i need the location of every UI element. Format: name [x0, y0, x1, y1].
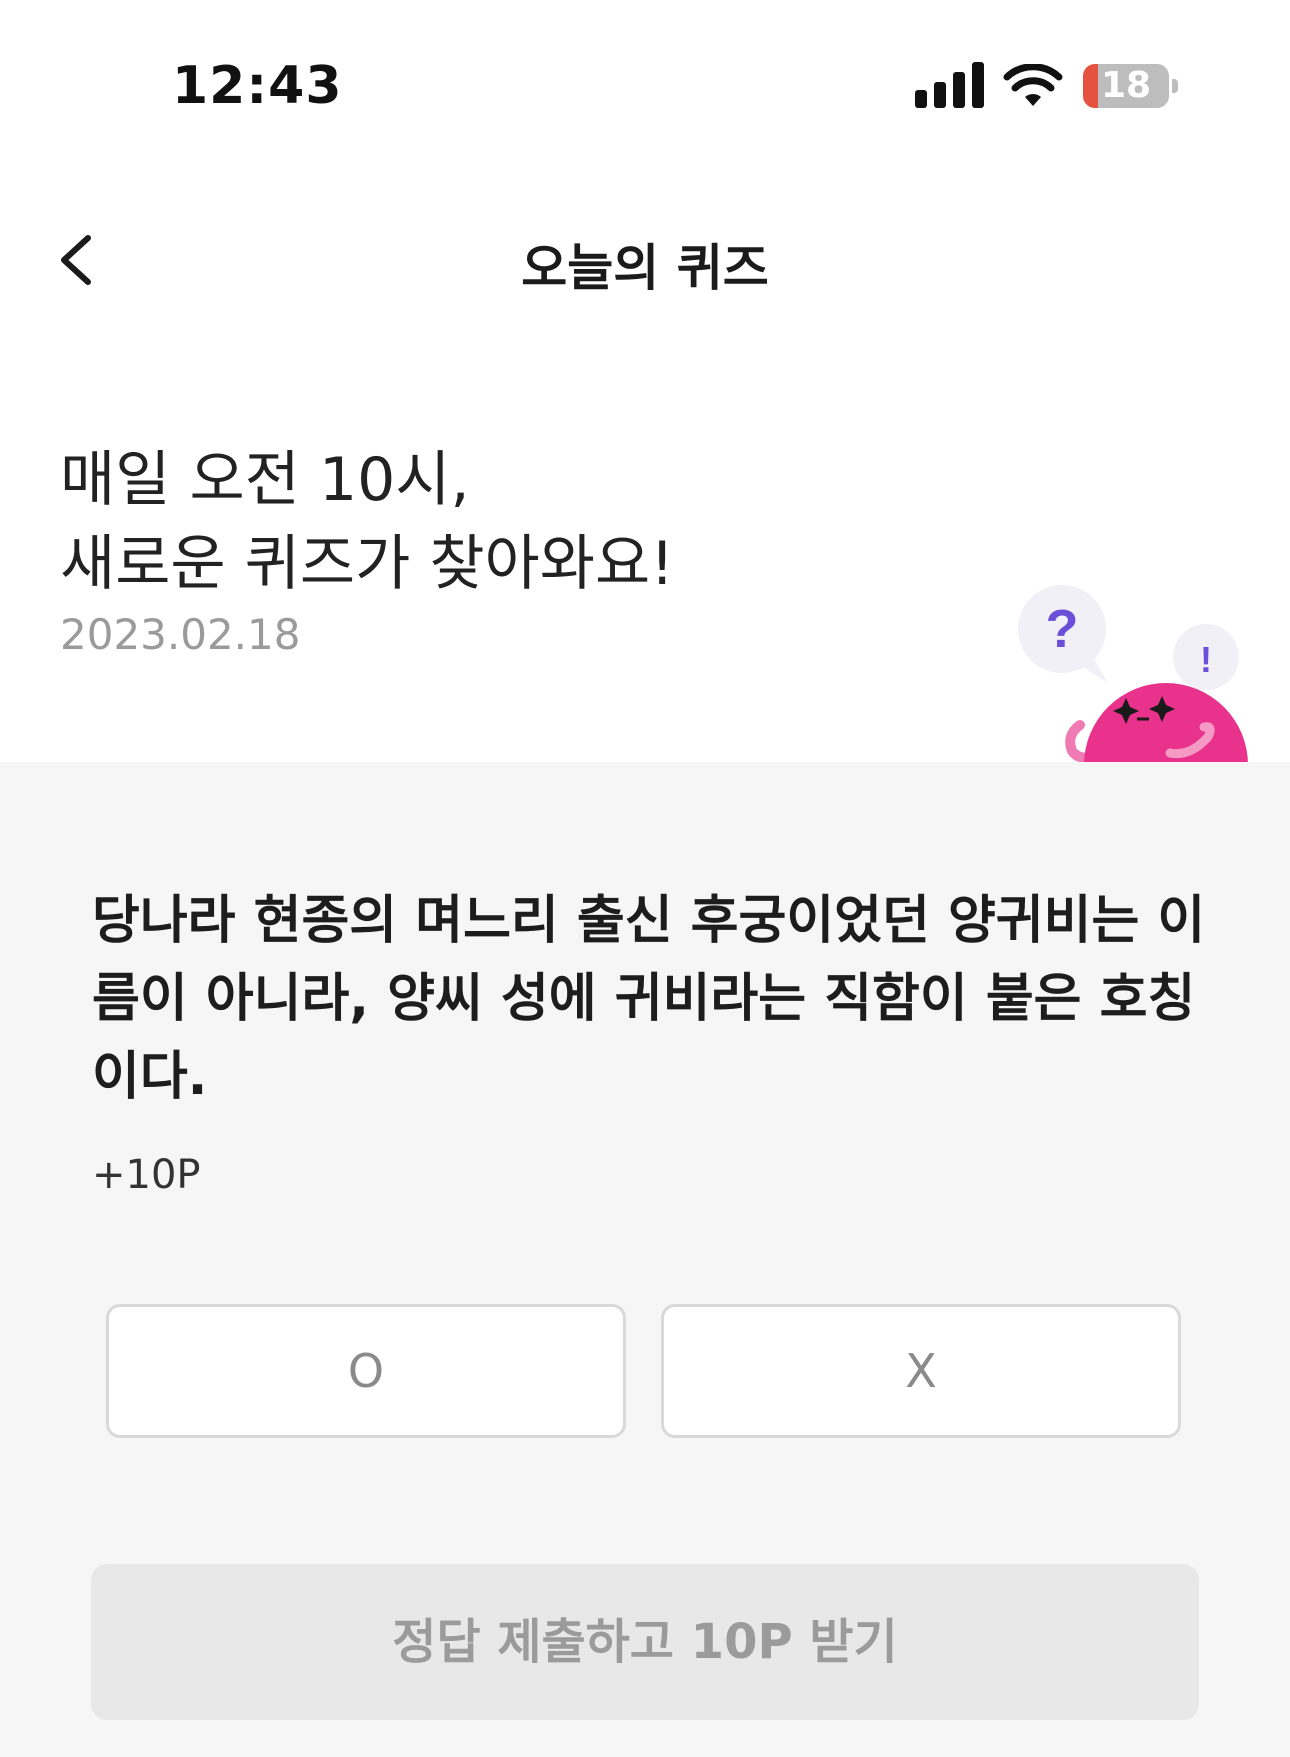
battery-body: 18	[1083, 64, 1169, 108]
hero-section: 매일 오전 10시, 새로운 퀴즈가 찾아와요! 2023.02.18 ? !	[0, 320, 1290, 762]
reward-points: +10P	[92, 1152, 201, 1198]
quiz-date: 2023.02.18	[60, 610, 301, 659]
quiz-question: 당나라 현종의 며느리 출신 후궁이었던 양귀비는 이름이 아니라, 양씨 성에…	[92, 891, 1206, 1107]
battery-level-text: 18	[1100, 65, 1152, 106]
status-bar: 12:43 18	[0, 0, 1290, 175]
battery-cap	[1172, 79, 1178, 93]
answer-o-button[interactable]: O	[106, 1304, 626, 1438]
status-time: 12:43	[172, 56, 343, 116]
question-mark-glyph: ?	[1046, 599, 1079, 659]
wifi-icon	[1003, 64, 1063, 106]
quiz-mascot-illustration: ? !	[1018, 585, 1248, 762]
page-title: 오늘의 퀴즈	[521, 239, 769, 297]
headline-line-2: 새로운 퀴즈가 찾아와요!	[60, 529, 675, 599]
battery-icon: 18	[1083, 64, 1179, 108]
submit-answer-button[interactable]: 정답 제출하고 10P 받기	[91, 1564, 1199, 1720]
headline: 매일 오전 10시, 새로운 퀴즈가 찾아와요!	[60, 438, 674, 606]
answer-x-button[interactable]: X	[661, 1304, 1181, 1438]
quiz-panel: 당나라 현종의 며느리 출신 후궁이었던 양귀비는 이름이 아니라, 양씨 성에…	[0, 762, 1290, 1757]
headline-line-1: 매일 오전 10시,	[60, 445, 470, 515]
nav-header: 오늘의 퀴즈	[0, 200, 1290, 320]
signal-icon	[915, 62, 984, 108]
exclamation-mark-glyph: !	[1200, 639, 1212, 680]
